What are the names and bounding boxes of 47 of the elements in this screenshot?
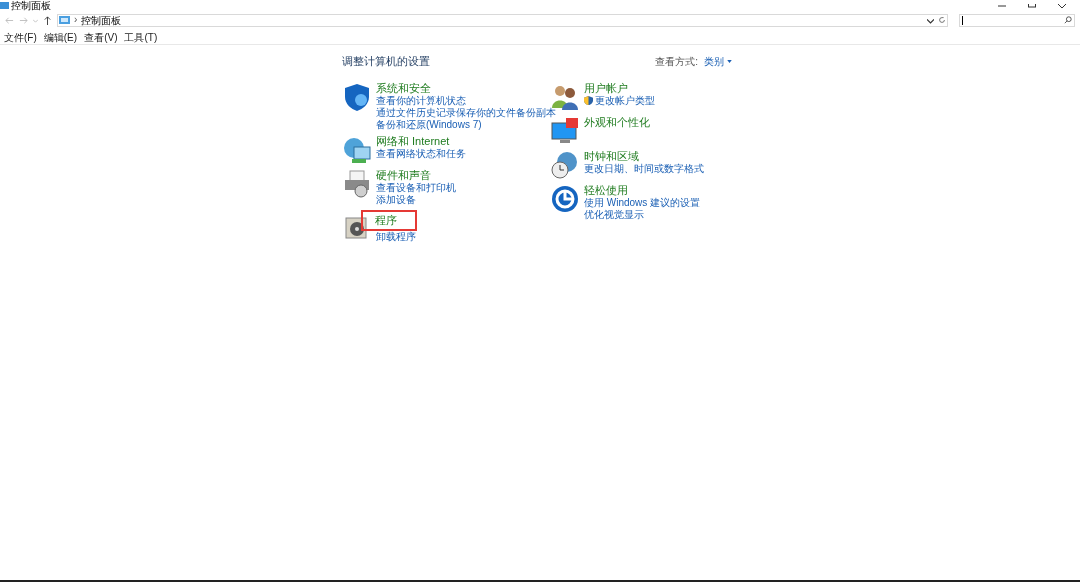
breadcrumb-item[interactable]: 控制面板 <box>81 14 923 26</box>
category-title-link[interactable]: 用户帐户 <box>584 81 628 95</box>
menu-item[interactable]: 工具(T) <box>124 31 158 43</box>
accessibility-icon <box>550 183 580 214</box>
caret-icon <box>727 59 732 63</box>
category-title-link[interactable]: 外观和个性化 <box>584 115 650 129</box>
view-by-dropdown[interactable]: 类别 <box>704 53 732 69</box>
window-title: 控制面板 <box>11 0 51 11</box>
back-arrow-icon[interactable] <box>5 15 14 25</box>
task-link[interactable]: 更改帐户类型 <box>595 94 655 107</box>
control-panel-icon <box>59 16 70 24</box>
monitor-icon <box>550 115 580 146</box>
menu-item[interactable]: 文件(F) <box>4 31 37 43</box>
up-arrow-icon[interactable] <box>43 15 52 25</box>
search-field[interactable] <box>959 13 1075 27</box>
task-link[interactable]: 查看网络状态和任务 <box>376 147 466 160</box>
category-title-link[interactable]: 时钟和区域 <box>584 149 639 163</box>
task-link[interactable]: 优化视觉显示 <box>584 208 644 221</box>
category-title-link[interactable]: 程序 <box>361 209 417 231</box>
task-link[interactable]: 添加设备 <box>376 193 416 206</box>
task-link[interactable]: 查看你的计算机状态 <box>376 94 466 107</box>
task-link[interactable]: 备份和还原(Windows 7) <box>376 118 482 131</box>
printer-icon <box>342 168 372 199</box>
category-title-link[interactable]: 轻松使用 <box>584 183 628 197</box>
category-title-link[interactable]: 网络和 Internet <box>376 134 450 148</box>
shield-icon <box>584 96 593 105</box>
minimize-icon[interactable] <box>998 3 1006 8</box>
task-link[interactable]: 使用 Windows 建议的设置 <box>584 196 701 209</box>
task-link[interactable]: 查看设备和打印机 <box>376 181 456 194</box>
task-link[interactable]: 通过文件历史记录保存你的文件备份副本 <box>376 106 556 119</box>
search-icon <box>1064 16 1072 24</box>
control-panel-icon <box>0 2 9 9</box>
dropdown-caret-icon[interactable] <box>927 16 934 24</box>
clock-icon <box>550 149 580 180</box>
breadcrumb-separator: › <box>74 15 78 25</box>
page-heading: 调整计算机的设置 <box>342 54 430 69</box>
address-bar[interactable]: › 控制面板 <box>57 13 948 27</box>
view-by-label: 查看方式: <box>655 54 698 69</box>
menu-item[interactable]: 查看(V) <box>84 31 118 43</box>
category-title-link[interactable]: 硬件和声音 <box>376 168 431 182</box>
category-title-link[interactable]: 系统和安全 <box>376 81 431 95</box>
forward-arrow-icon[interactable] <box>19 15 28 25</box>
task-link[interactable]: 卸载程序 <box>376 230 416 243</box>
task-link[interactable]: 更改日期、时间或数字格式 <box>584 162 704 175</box>
menu-item[interactable]: 编辑(E) <box>43 31 78 43</box>
refresh-icon[interactable] <box>938 16 946 24</box>
shield-icon <box>342 81 372 112</box>
